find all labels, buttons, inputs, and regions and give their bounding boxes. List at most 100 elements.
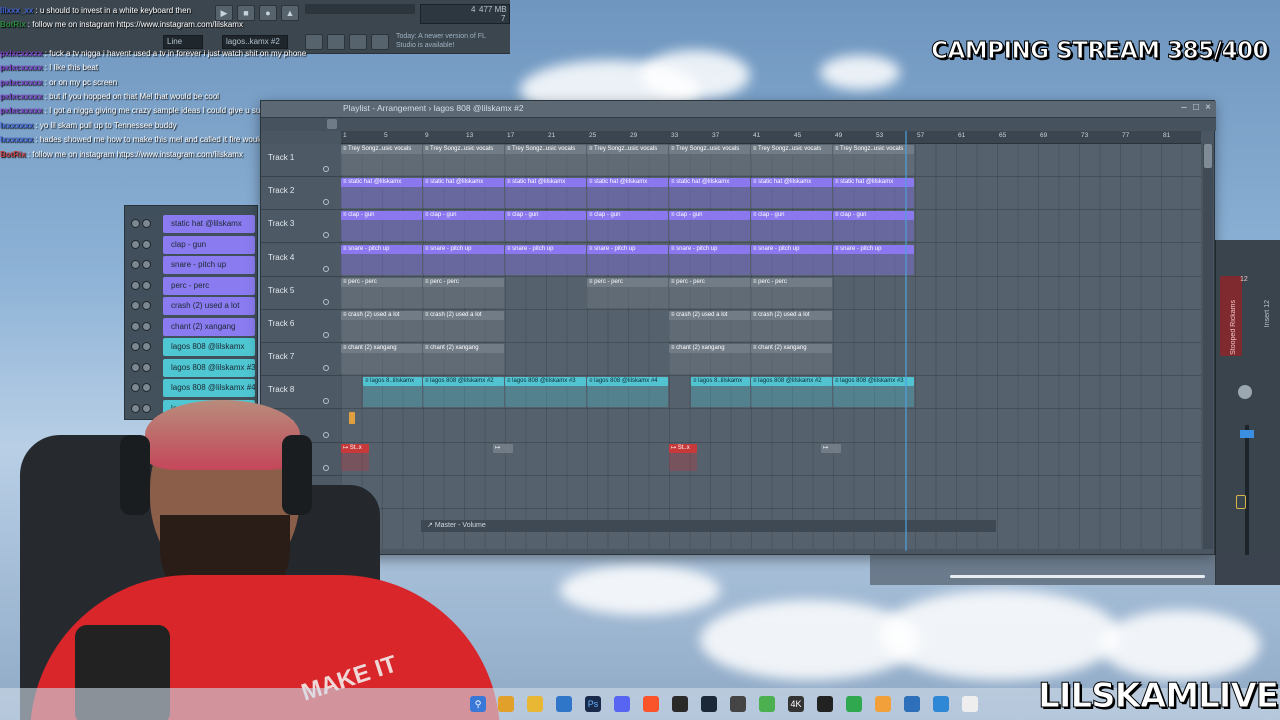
playlist-titlebar[interactable]: Playlist - Arrangement › lagos 808 @lils… bbox=[261, 101, 1216, 118]
pattern-clip[interactable]: ≡ static hat @lilskamx bbox=[587, 178, 668, 188]
pattern-clip[interactable]: ≡ perc - perc bbox=[341, 277, 422, 287]
timeline-ruler[interactable]: 1 5 9 13 17 21 25 29 33 37 41 45 49 53 57 61 65 69 73 77 81 bbox=[341, 131, 1201, 144]
pattern-clip[interactable]: ≡ static hat @lilskamx bbox=[341, 178, 422, 188]
clip-body[interactable] bbox=[587, 186, 668, 209]
pattern-clip[interactable]: ≡ crash (2) used a lot bbox=[341, 311, 422, 320]
obs-icon[interactable] bbox=[672, 696, 688, 712]
pattern-clip[interactable]: ≡ lagos 808 @lilskamx #2 bbox=[751, 377, 832, 387]
pattern-clip[interactable]: ≡ snare - pitch up bbox=[505, 244, 586, 254]
channel-name-button[interactable]: snare - pitch up bbox=[163, 256, 255, 274]
photos-icon[interactable] bbox=[933, 696, 949, 712]
channel-name-button[interactable]: clap - gun bbox=[163, 235, 255, 254]
scrollbar-thumb[interactable] bbox=[1204, 144, 1212, 168]
route-icon[interactable] bbox=[1236, 495, 1246, 509]
pattern-clip[interactable]: ≡ Trey Songz..usic vocals bbox=[669, 145, 750, 154]
pattern-clip[interactable]: ≡ static hat @lilskamx bbox=[423, 178, 504, 188]
channel-knob[interactable] bbox=[142, 342, 151, 351]
clip-body[interactable] bbox=[751, 285, 832, 308]
clip-body[interactable] bbox=[341, 285, 422, 308]
clip-body[interactable] bbox=[423, 252, 504, 275]
pattern-clip[interactable]: ≡ Trey Songz..usic vocals bbox=[341, 145, 422, 154]
mixer-scrollbar[interactable] bbox=[950, 575, 1205, 578]
clip-body[interactable] bbox=[751, 385, 832, 408]
channel-row[interactable]: lagos 808 @lilskamx #3 bbox=[125, 358, 259, 378]
clip-body[interactable] bbox=[341, 352, 422, 375]
pattern-clip[interactable]: ≡ snare - pitch up bbox=[669, 244, 750, 254]
clip-body[interactable] bbox=[341, 319, 422, 341]
photoshop-icon[interactable]: Ps bbox=[585, 696, 601, 712]
xbox-icon[interactable] bbox=[846, 696, 862, 712]
pattern-clip[interactable]: ≡ Trey Songz..usic vocals bbox=[833, 145, 914, 154]
clip-body[interactable] bbox=[751, 352, 832, 375]
clip-body[interactable] bbox=[423, 285, 504, 308]
discord-icon[interactable] bbox=[614, 696, 630, 712]
channel-name-button[interactable]: static hat @lilskamx bbox=[163, 215, 255, 233]
clip-body[interactable] bbox=[833, 252, 914, 275]
audio-clip[interactable]: ↦ bbox=[821, 443, 841, 453]
channel-knob[interactable] bbox=[142, 219, 151, 228]
clip-body[interactable] bbox=[751, 186, 832, 209]
clip-body[interactable] bbox=[587, 153, 668, 175]
automation-clip[interactable]: ↗ Master - Volume bbox=[421, 520, 996, 532]
channel-name-button[interactable]: lagos 808 @lilskamx bbox=[163, 338, 255, 356]
clip-body[interactable] bbox=[423, 352, 504, 375]
capcut-icon[interactable] bbox=[817, 696, 833, 712]
pattern-clip[interactable]: ≡ static hat @lilskamx bbox=[833, 178, 914, 188]
clip-body[interactable] bbox=[669, 285, 750, 308]
channel-knob[interactable] bbox=[142, 239, 151, 249]
channel-name-button[interactable]: lagos 808 @lilskamx #3 bbox=[163, 358, 255, 377]
clip-body[interactable] bbox=[669, 352, 750, 375]
pattern-clip[interactable]: ≡ lagos 808 @lilskamx #3 bbox=[505, 377, 586, 387]
pattern-clip[interactable]: ≡ chant (2) xangang bbox=[341, 344, 422, 354]
app-icon[interactable] bbox=[759, 696, 775, 712]
clip-body[interactable] bbox=[833, 186, 914, 209]
channel-name-button[interactable]: crash (2) used a lot bbox=[163, 297, 255, 315]
folder-icon[interactable] bbox=[527, 696, 543, 712]
channel-knob[interactable] bbox=[142, 280, 151, 290]
clip-body[interactable] bbox=[587, 252, 668, 275]
channel-knob[interactable] bbox=[131, 301, 140, 310]
channel-knob[interactable] bbox=[131, 260, 140, 269]
channel-row[interactable]: snare - pitch up bbox=[125, 255, 259, 275]
clip-body[interactable] bbox=[669, 186, 750, 209]
pattern-clip[interactable]: ≡ crash (2) used a lot bbox=[751, 311, 832, 320]
pattern-clip[interactable]: ≡ clap - gun bbox=[833, 211, 914, 221]
channel-knob[interactable] bbox=[142, 383, 151, 392]
clip-body[interactable] bbox=[587, 285, 668, 308]
channel-knob[interactable] bbox=[131, 219, 140, 228]
pattern-clip[interactable]: ≡ clap - gun bbox=[505, 211, 586, 221]
track-header[interactable]: Track 4 bbox=[261, 243, 341, 277]
pattern-clip[interactable]: ≡ clap - gun bbox=[341, 211, 422, 221]
clip-body[interactable] bbox=[505, 385, 586, 408]
menu-icon[interactable] bbox=[327, 119, 337, 129]
pattern-clip[interactable]: ≡ crash (2) used a lot bbox=[423, 311, 504, 320]
clip-body[interactable] bbox=[505, 153, 586, 175]
channel-row[interactable]: chant (2) xangang bbox=[125, 317, 259, 337]
vertical-scrollbar[interactable] bbox=[1203, 144, 1213, 549]
clip-body[interactable] bbox=[833, 153, 914, 175]
clip-body[interactable] bbox=[751, 319, 832, 341]
channel-row[interactable]: clap - gun bbox=[125, 235, 259, 255]
pattern-clip[interactable]: ≡ chant (2) xangang bbox=[423, 344, 504, 354]
clip-body[interactable] bbox=[341, 219, 422, 242]
clip-body[interactable] bbox=[751, 252, 832, 275]
channel-row[interactable]: perc - perc bbox=[125, 276, 259, 296]
channel-row[interactable]: crash (2) used a lot bbox=[125, 296, 259, 316]
channel-knob[interactable] bbox=[131, 383, 140, 392]
clip-body[interactable] bbox=[751, 219, 832, 242]
clip-body[interactable] bbox=[587, 385, 668, 408]
pattern-clip[interactable]: ≡ Trey Songz..usic vocals bbox=[505, 145, 586, 154]
pattern-clip[interactable]: ≡ snare - pitch up bbox=[423, 244, 504, 254]
clip-body[interactable] bbox=[341, 252, 422, 275]
track-enable-button[interactable] bbox=[323, 166, 329, 172]
pattern-clip[interactable]: ≡ perc - perc bbox=[423, 277, 504, 287]
playhead[interactable] bbox=[905, 131, 907, 551]
clip-body[interactable] bbox=[669, 153, 750, 175]
pan-knob[interactable] bbox=[1238, 385, 1252, 399]
track-header[interactable]: Track 2 bbox=[261, 177, 341, 211]
pattern-clip[interactable]: ≡ chant (2) xangang bbox=[751, 344, 832, 354]
clip-body[interactable] bbox=[669, 219, 750, 242]
pattern-clip[interactable]: ≡ clap - gun bbox=[751, 211, 832, 221]
channel-knob[interactable] bbox=[131, 321, 140, 331]
clip-body[interactable] bbox=[423, 219, 504, 242]
